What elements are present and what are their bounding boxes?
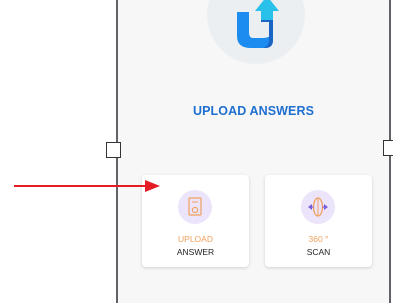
- scan-360-icon: [308, 197, 328, 217]
- right-resize-handle[interactable]: [383, 140, 393, 156]
- scan-icon-bg: [301, 190, 335, 224]
- left-resize-handle[interactable]: [106, 142, 121, 158]
- 360-label: 360 °: [308, 234, 329, 244]
- answer-label: ANSWER: [176, 247, 215, 257]
- upload-document-icon: [188, 197, 202, 216]
- scan-label: SCAN: [306, 247, 331, 257]
- u-upload-logo-icon: [237, 0, 279, 48]
- upload-icon-bg: [178, 190, 212, 224]
- page-title: UPLOAD ANSWERS: [192, 104, 315, 118]
- app-screen: UPLOAD ANSWERS UPLOAD ANSWER 360 ° SCAN: [118, 0, 389, 303]
- app-logo: [207, 0, 305, 64]
- 360-scan-button[interactable]: 360 ° SCAN: [265, 175, 372, 267]
- red-arrow-icon: [14, 180, 160, 192]
- upload-label: UPLOAD: [178, 234, 213, 244]
